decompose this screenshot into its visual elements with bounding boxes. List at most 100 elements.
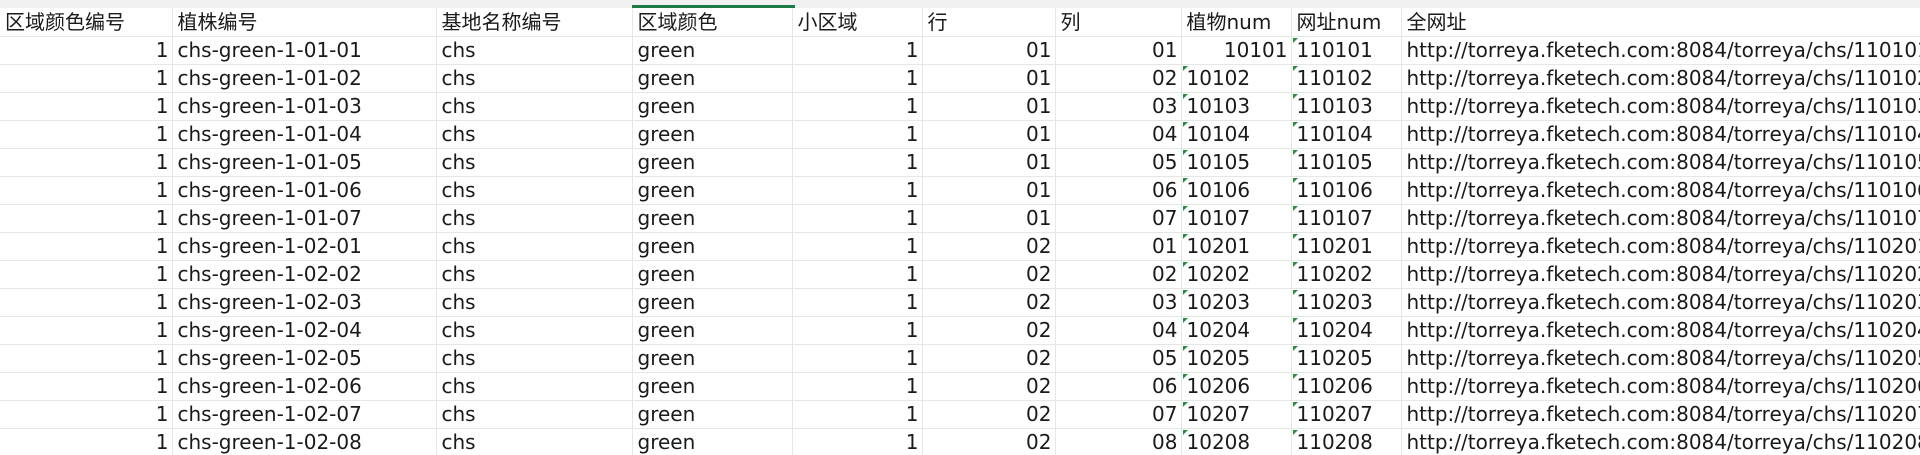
- cell-base-name-id[interactable]: chs: [436, 232, 633, 261]
- cell-sub-zone[interactable]: 1: [792, 260, 923, 289]
- cell-plant-id[interactable]: chs-green-1-02-08: [172, 428, 437, 455]
- cell-row-no[interactable]: 01: [922, 92, 1056, 121]
- cell-zone-color-id[interactable]: 1: [0, 372, 173, 401]
- cell-col-no[interactable]: 06: [1055, 176, 1182, 205]
- cell-zone-color[interactable]: green: [632, 120, 793, 149]
- cell-plant-num[interactable]: 10104: [1181, 120, 1292, 149]
- cell-base-name-id[interactable]: chs: [436, 92, 633, 121]
- cell-plant-id[interactable]: chs-green-1-02-01: [172, 232, 437, 261]
- cell-row-no[interactable]: 01: [922, 176, 1056, 205]
- cell-col-no[interactable]: 06: [1055, 372, 1182, 401]
- cell-sub-zone[interactable]: 1: [792, 204, 923, 233]
- cell-plant-num[interactable]: 10102: [1181, 64, 1292, 93]
- cell-zone-color-id[interactable]: 1: [0, 260, 173, 289]
- cell-full-url[interactable]: http://torreya.fketech.com:8084/torreya/…: [1401, 316, 1920, 345]
- cell-base-name-id[interactable]: chs: [436, 400, 633, 429]
- cell-plant-id[interactable]: chs-green-1-01-01: [172, 36, 437, 65]
- cell-row-no[interactable]: 01: [922, 36, 1056, 65]
- cell-sub-zone[interactable]: 1: [792, 120, 923, 149]
- cell-url-num[interactable]: 110204: [1291, 316, 1402, 345]
- cell-plant-id[interactable]: chs-green-1-01-06: [172, 176, 437, 205]
- cell-col-no[interactable]: 03: [1055, 92, 1182, 121]
- cell-zone-color-id[interactable]: 1: [0, 64, 173, 93]
- cell-url-num[interactable]: 110105: [1291, 148, 1402, 177]
- cell-row-no[interactable]: 02: [922, 288, 1056, 317]
- cell-col-no[interactable]: 01: [1055, 232, 1182, 261]
- cell-plant-id[interactable]: chs-green-1-02-02: [172, 260, 437, 289]
- header-zone-color[interactable]: 区域颜色: [632, 8, 793, 37]
- cell-zone-color[interactable]: green: [632, 288, 793, 317]
- cell-sub-zone[interactable]: 1: [792, 372, 923, 401]
- header-row-no[interactable]: 行: [922, 8, 1056, 37]
- cell-zone-color-id[interactable]: 1: [0, 120, 173, 149]
- header-full-url[interactable]: 全网址: [1401, 8, 1920, 37]
- cell-zone-color-id[interactable]: 1: [0, 344, 173, 373]
- cell-url-num[interactable]: 110206: [1291, 372, 1402, 401]
- cell-zone-color[interactable]: green: [632, 232, 793, 261]
- cell-plant-num[interactable]: 10205: [1181, 344, 1292, 373]
- cell-row-no[interactable]: 02: [922, 260, 1056, 289]
- cell-col-no[interactable]: 05: [1055, 344, 1182, 373]
- cell-sub-zone[interactable]: 1: [792, 400, 923, 429]
- cell-url-num[interactable]: 110201: [1291, 232, 1402, 261]
- cell-base-name-id[interactable]: chs: [436, 204, 633, 233]
- cell-plant-num[interactable]: 10204: [1181, 316, 1292, 345]
- cell-plant-num[interactable]: 10106: [1181, 176, 1292, 205]
- cell-plant-num[interactable]: 10208: [1181, 428, 1292, 455]
- cell-plant-num[interactable]: 10207: [1181, 400, 1292, 429]
- cell-zone-color[interactable]: green: [632, 400, 793, 429]
- cell-zone-color-id[interactable]: 1: [0, 176, 173, 205]
- cell-plant-id[interactable]: chs-green-1-02-07: [172, 400, 437, 429]
- cell-base-name-id[interactable]: chs: [436, 372, 633, 401]
- cell-base-name-id[interactable]: chs: [436, 148, 633, 177]
- cell-zone-color[interactable]: green: [632, 428, 793, 455]
- cell-full-url[interactable]: http://torreya.fketech.com:8084/torreya/…: [1401, 232, 1920, 261]
- cell-sub-zone[interactable]: 1: [792, 36, 923, 65]
- cell-row-no[interactable]: 02: [922, 372, 1056, 401]
- cell-url-num[interactable]: 110102: [1291, 64, 1402, 93]
- cell-row-no[interactable]: 02: [922, 428, 1056, 455]
- cell-sub-zone[interactable]: 1: [792, 92, 923, 121]
- cell-zone-color-id[interactable]: 1: [0, 288, 173, 317]
- cell-plant-id[interactable]: chs-green-1-01-04: [172, 120, 437, 149]
- cell-full-url[interactable]: http://torreya.fketech.com:8084/torreya/…: [1401, 288, 1920, 317]
- cell-full-url[interactable]: http://torreya.fketech.com:8084/torreya/…: [1401, 372, 1920, 401]
- cell-zone-color[interactable]: green: [632, 92, 793, 121]
- cell-col-no[interactable]: 08: [1055, 428, 1182, 455]
- cell-full-url[interactable]: http://torreya.fketech.com:8084/torreya/…: [1401, 148, 1920, 177]
- cell-url-num[interactable]: 110203: [1291, 288, 1402, 317]
- cell-full-url[interactable]: http://torreya.fketech.com:8084/torreya/…: [1401, 260, 1920, 289]
- cell-full-url[interactable]: http://torreya.fketech.com:8084/torreya/…: [1401, 176, 1920, 205]
- cell-full-url[interactable]: http://torreya.fketech.com:8084/torreya/…: [1401, 204, 1920, 233]
- cell-zone-color[interactable]: green: [632, 316, 793, 345]
- cell-plant-id[interactable]: chs-green-1-01-07: [172, 204, 437, 233]
- cell-col-no[interactable]: 02: [1055, 260, 1182, 289]
- cell-base-name-id[interactable]: chs: [436, 344, 633, 373]
- cell-url-num[interactable]: 110205: [1291, 344, 1402, 373]
- cell-col-no[interactable]: 07: [1055, 204, 1182, 233]
- cell-col-no[interactable]: 07: [1055, 400, 1182, 429]
- cell-plant-num[interactable]: 10103: [1181, 92, 1292, 121]
- cell-sub-zone[interactable]: 1: [792, 316, 923, 345]
- cell-zone-color[interactable]: green: [632, 176, 793, 205]
- cell-row-no[interactable]: 02: [922, 400, 1056, 429]
- cell-full-url[interactable]: http://torreya.fketech.com:8084/torreya/…: [1401, 344, 1920, 373]
- cell-base-name-id[interactable]: chs: [436, 316, 633, 345]
- cell-plant-id[interactable]: chs-green-1-02-05: [172, 344, 437, 373]
- cell-plant-num[interactable]: 10206: [1181, 372, 1292, 401]
- cell-zone-color[interactable]: green: [632, 204, 793, 233]
- cell-row-no[interactable]: 02: [922, 232, 1056, 261]
- cell-url-num[interactable]: 110104: [1291, 120, 1402, 149]
- cell-full-url[interactable]: http://torreya.fketech.com:8084/torreya/…: [1401, 428, 1920, 455]
- cell-sub-zone[interactable]: 1: [792, 176, 923, 205]
- cell-full-url[interactable]: http://torreya.fketech.com:8084/torreya/…: [1401, 36, 1920, 65]
- cell-url-num[interactable]: 110202: [1291, 260, 1402, 289]
- cell-sub-zone[interactable]: 1: [792, 232, 923, 261]
- cell-row-no[interactable]: 01: [922, 148, 1056, 177]
- cell-plant-id[interactable]: chs-green-1-02-06: [172, 372, 437, 401]
- cell-col-no[interactable]: 04: [1055, 120, 1182, 149]
- cell-base-name-id[interactable]: chs: [436, 428, 633, 455]
- cell-plant-num[interactable]: 10107: [1181, 204, 1292, 233]
- cell-zone-color-id[interactable]: 1: [0, 148, 173, 177]
- cell-row-no[interactable]: 02: [922, 344, 1056, 373]
